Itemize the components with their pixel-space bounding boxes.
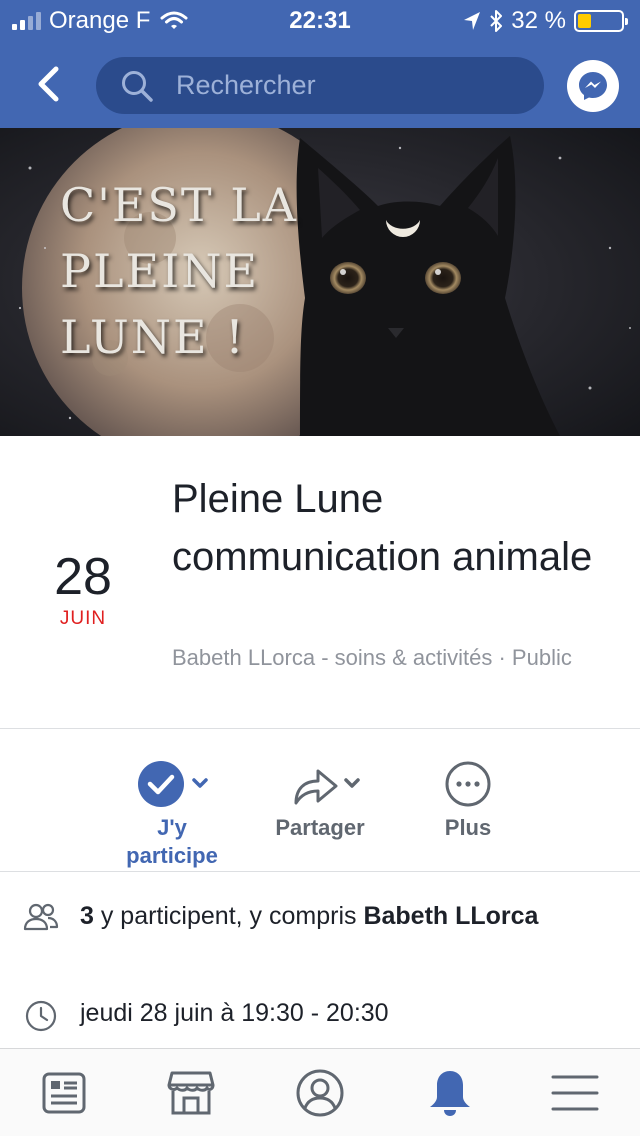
messenger-button[interactable] <box>567 60 619 112</box>
back-button[interactable] <box>30 62 66 106</box>
people-icon <box>23 903 59 931</box>
search-bar[interactable]: Rechercher <box>96 57 544 114</box>
tab-notifications[interactable] <box>420 1065 480 1121</box>
participants-description: y participent, y compris <box>93 902 364 930</box>
participants-row[interactable]: 3 y participent, y compris Babeth LLorca <box>22 900 622 932</box>
more-label: Plus <box>444 815 492 840</box>
marketplace-icon <box>167 1071 215 1115</box>
chevron-down-icon <box>344 778 360 788</box>
more-ellipsis-icon <box>445 761 491 807</box>
datetime-row[interactable]: jeudi 28 juin à 19:30 - 20:30 <box>22 997 622 1033</box>
news-feed-icon <box>42 1072 86 1114</box>
battery-percent: 32 % <box>511 7 566 34</box>
event-date-badge: 28 JUIN <box>40 548 126 630</box>
tab-news-feed[interactable] <box>34 1065 94 1121</box>
search-placeholder: Rechercher <box>176 70 316 100</box>
more-button[interactable]: Plus <box>420 756 516 842</box>
going-label: J'y participe <box>126 815 218 868</box>
going-button[interactable]: J'y participe <box>110 756 234 870</box>
status-bar: Orange F 22:31 32 % <box>0 0 640 42</box>
chevron-left-icon <box>38 66 59 102</box>
event-datetime: jeudi 28 juin à 19:30 - 20:30 <box>80 999 389 1027</box>
share-button[interactable]: Partager <box>262 756 378 842</box>
event-title: Pleine Lune communication animale <box>172 477 593 579</box>
messenger-icon <box>579 72 607 100</box>
bluetooth-icon <box>490 10 503 32</box>
event-cover-image[interactable]: C'EST LA PLEINE LUNE ! <box>0 128 640 436</box>
app-header: Orange F 22:31 32 % Rechercher <box>0 0 640 128</box>
tab-profile[interactable] <box>290 1065 350 1121</box>
tab-marketplace[interactable] <box>161 1065 221 1121</box>
event-day: 28 <box>54 548 112 606</box>
bottom-tab-bar <box>0 1048 640 1136</box>
profile-icon <box>296 1069 344 1117</box>
search-icon <box>122 70 153 102</box>
tab-menu[interactable] <box>545 1065 605 1121</box>
notifications-bell-icon <box>430 1071 470 1116</box>
cover-title-text: C'EST LA PLEINE LUNE ! <box>60 178 299 364</box>
share-arrow-icon <box>294 769 360 805</box>
event-month: JUIN <box>59 608 107 629</box>
participants-count: 3 <box>80 902 94 930</box>
event-host-and-privacy[interactable]: Babeth LLorca - soins & activités · Publ… <box>172 644 592 672</box>
battery-icon <box>574 10 628 32</box>
divider <box>0 871 640 872</box>
going-check-icon <box>138 761 208 807</box>
location-arrow-icon <box>464 12 481 30</box>
share-label: Partager <box>275 815 365 840</box>
divider <box>0 728 640 729</box>
chevron-down-icon <box>192 778 208 788</box>
participants-text: 3 y participent, y compris Babeth LLorca <box>80 900 538 932</box>
menu-icon <box>551 1075 599 1111</box>
participant-name: Babeth LLorca <box>363 902 539 930</box>
event-actions: J'y participe Partager Plus <box>0 730 640 870</box>
clock-icon <box>25 1000 57 1032</box>
battery-level <box>578 14 592 28</box>
